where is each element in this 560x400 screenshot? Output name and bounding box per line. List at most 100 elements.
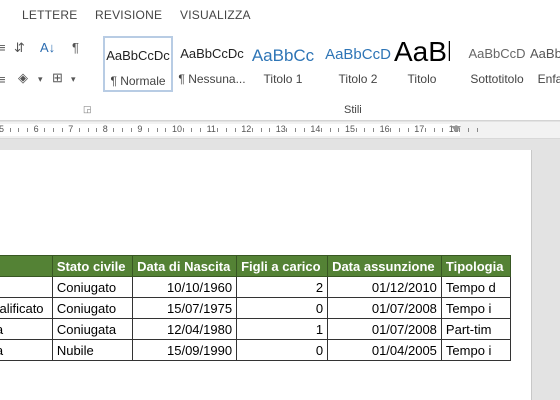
table-cell[interactable]: Coniugata — [51, 318, 134, 340]
table-cell[interactable]: Coniugato — [51, 276, 134, 298]
style-preview: AaBbCc — [251, 46, 315, 65]
style-preview: AaBbCcDc — [106, 48, 170, 63]
ruler-tick — [156, 128, 158, 132]
style-preview: AaBl — [394, 36, 450, 67]
style-item[interactable]: AaBbCcD Sottotitolo — [458, 36, 536, 92]
ruler-tick — [199, 128, 201, 132]
table-header-cell: a — [0, 255, 53, 277]
ruler-tick — [338, 128, 340, 132]
table-cell[interactable]: 2 — [236, 276, 329, 298]
table-cell[interactable]: 12/04/1980 — [132, 318, 238, 340]
indent-icon[interactable]: ≡ — [0, 72, 6, 87]
indent-marker-icon[interactable] — [451, 126, 461, 132]
table-header-cell: Stato civile — [51, 255, 134, 277]
style-label: ¶ Normale — [110, 74, 166, 88]
ruler-tick — [295, 128, 297, 132]
table-cell[interactable]: Part-tim — [440, 318, 512, 340]
ruler-number: 12 — [241, 124, 252, 134]
table-cell[interactable]: Tempo d — [440, 276, 512, 298]
table-cell[interactable]: Tempo i — [440, 339, 512, 361]
style-label: Titolo 1 — [263, 72, 303, 86]
ruler-tick — [44, 128, 46, 132]
ruler-number: 15 — [345, 124, 356, 134]
table-cell[interactable]: Coniugato — [51, 297, 134, 319]
chevron-down-icon[interactable]: ▾ — [71, 74, 76, 85]
table-cell[interactable]: 15/09/1990 — [132, 339, 238, 361]
table-cell[interactable]: 15/07/1975 — [132, 297, 238, 319]
scroll-area[interactable] — [532, 150, 560, 400]
ruler-tick — [468, 128, 470, 132]
table-cell[interactable]: 10/10/1960 — [132, 276, 238, 298]
ruler-tick — [424, 128, 426, 132]
ruler-number: 10 — [172, 124, 183, 134]
ruler-tick — [18, 128, 20, 132]
document-page[interactable]: aStato civileData di NascitaFigli a cari… — [0, 150, 532, 400]
ruler-tick — [148, 128, 150, 132]
table-cell[interactable]: o — [0, 276, 53, 298]
table-row: ataConiugata12/04/1980101/07/2008Part-ti… — [0, 318, 512, 340]
styles-gallery: AaBbCcDc ¶ Normale AaBbCcDc ¶ Nessuna... AaB… — [100, 36, 560, 94]
style-label: Enfa — [537, 72, 560, 86]
table-cell[interactable]: 01/04/2005 — [327, 339, 442, 361]
ruler-tick — [225, 128, 227, 132]
table-cell[interactable]: 01/07/2008 — [327, 297, 442, 319]
dialog-launcher-icon[interactable]: ◲ — [83, 104, 92, 115]
ruler-tick — [286, 128, 288, 132]
ruler-tick — [407, 128, 409, 132]
tab-visualizza[interactable]: VISUALIZZA — [180, 8, 251, 22]
table-cell[interactable]: ata — [0, 339, 53, 361]
style-label: Titolo — [407, 72, 437, 86]
ruler-number: 14 — [310, 124, 321, 134]
ruler-tick — [191, 128, 193, 132]
line-spacing-icon[interactable]: ⇵ — [14, 40, 25, 56]
ruler-tick — [122, 128, 124, 132]
ruler-tick — [355, 128, 357, 132]
style-preview: AaBbCcD — [530, 46, 560, 61]
ruler-tick — [182, 128, 184, 132]
style-item[interactable]: AaBl Titolo — [394, 36, 450, 92]
table-cell[interactable]: 1 — [236, 318, 329, 340]
style-item[interactable]: AaBbCcD Enfa — [530, 36, 560, 92]
table-cell[interactable]: Nubile — [51, 339, 134, 361]
ruler-tick — [390, 128, 392, 132]
style-label: Sottotitolo — [470, 72, 524, 86]
style-label: ¶ Nessuna... — [178, 72, 246, 86]
style-item[interactable]: AaBbCcDc ¶ Nessuna... — [176, 36, 248, 92]
style-preview: AaBbCcD — [325, 46, 391, 63]
table-cell[interactable]: ata — [0, 318, 53, 340]
ruler-tick — [433, 128, 435, 132]
tab-revisione[interactable]: REVISIONE — [95, 8, 162, 22]
shading-icon[interactable]: ◈ — [18, 70, 28, 86]
table-header-cell: Figli a carico — [236, 255, 329, 277]
table-cell[interactable]: 0 — [236, 339, 329, 361]
table-header-cell: Tipologia — [440, 255, 512, 277]
table-cell[interactable]: 01/07/2008 — [327, 318, 442, 340]
table-row: qualificatoConiugato15/07/1975001/07/200… — [0, 297, 512, 319]
style-item[interactable]: AaBbCcDc ¶ Normale — [103, 36, 173, 92]
ruler-tick — [9, 128, 11, 132]
table-cell[interactable]: 0 — [236, 297, 329, 319]
pilcrow-icon[interactable]: ¶ — [72, 40, 79, 55]
ruler-tick — [442, 128, 444, 132]
table-row: ataNubile15/09/1990001/04/2005Tempo i — [0, 339, 512, 361]
borders-icon[interactable]: ⊞ — [52, 70, 63, 86]
tab-lettere[interactable]: LETTERE — [22, 8, 77, 22]
style-label: Titolo 2 — [338, 72, 378, 86]
ruler-tick — [303, 128, 305, 132]
align-icon[interactable]: ≡ — [0, 40, 6, 55]
ruler-number: 8 — [102, 124, 108, 134]
style-item[interactable]: AaBbCc Titolo 1 — [248, 36, 318, 92]
ruler-tick — [364, 128, 366, 132]
chevron-down-icon[interactable]: ▾ — [38, 74, 43, 85]
table-header-cell: Data di Nascita — [132, 255, 238, 277]
table-cell[interactable]: 01/12/2010 — [327, 276, 442, 298]
table-header-cell: Data assunzione — [327, 255, 442, 277]
table-cell[interactable]: qualificato — [0, 297, 53, 319]
style-item[interactable]: AaBbCcD Titolo 2 — [322, 36, 394, 92]
style-preview: AaBbCcDc — [180, 46, 244, 61]
sort-icon[interactable]: A↓ — [40, 40, 55, 55]
horizontal-ruler[interactable]: 5 6 7 8 9 10 11 12 13 14 15 16 17 18 — [0, 122, 560, 139]
style-preview: AaBbCcD — [468, 46, 526, 61]
ruler-number: 13 — [275, 124, 286, 134]
table-cell[interactable]: Tempo i — [440, 297, 512, 319]
